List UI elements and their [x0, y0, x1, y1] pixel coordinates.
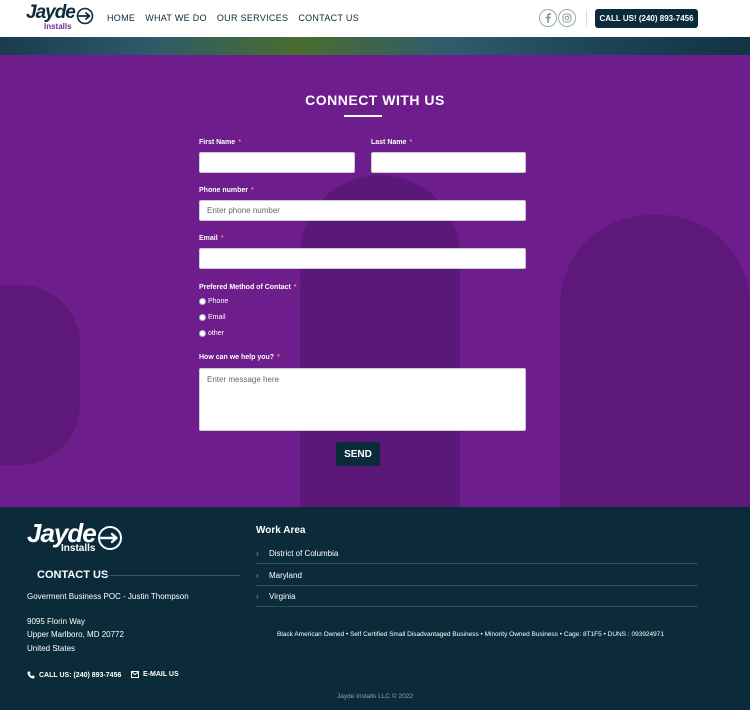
footer-address-line3: United States — [27, 644, 76, 653]
message-field[interactable] — [199, 368, 526, 431]
hero-image-strip — [0, 37, 750, 55]
work-area-item[interactable]: › District of Columbia — [256, 543, 698, 564]
radio-button[interactable] — [199, 314, 206, 321]
work-area-label: District of Columbia — [269, 548, 339, 558]
first-name-field[interactable] — [199, 152, 355, 173]
chevron-right-icon: › — [256, 570, 259, 580]
footer-call-link[interactable]: CALL US: (240) 893-7456 — [27, 671, 121, 679]
footer-address-line1: 9095 Florin Way — [27, 617, 85, 626]
logo-arrow-icon — [98, 526, 122, 550]
chevron-right-icon: › — [256, 548, 259, 558]
call-us-button[interactable]: CALL US! (240) 893-7456 — [595, 9, 698, 28]
chevron-right-icon: › — [256, 591, 259, 601]
background-figure — [300, 175, 460, 507]
radio-label: Email — [208, 314, 226, 321]
nav-what-we-do[interactable]: WHAT WE DO — [145, 13, 207, 23]
envelope-icon — [131, 671, 139, 678]
site-header: Jayde Installs HOME WHAT WE DO OUR SERVI… — [0, 0, 750, 37]
nav-contact-us[interactable]: CONTACT US — [298, 13, 359, 23]
radio-button[interactable] — [199, 330, 206, 337]
title-underline — [344, 115, 382, 117]
work-area-title: Work Area — [256, 525, 306, 536]
radio-button[interactable] — [199, 298, 206, 305]
footer-email-link[interactable]: E-MAIL US — [131, 671, 179, 678]
work-area-label: Virginia — [269, 591, 296, 601]
logo-subtitle: Installs — [44, 22, 72, 31]
logo-subtitle: Installs — [61, 543, 96, 554]
footer-poc: Goverment Business POC - Justin Thompson — [27, 592, 189, 601]
site-logo[interactable]: Jayde Installs — [26, 2, 94, 31]
phone-icon — [27, 671, 35, 679]
email-field[interactable] — [199, 248, 526, 269]
radio-label: Phone — [208, 298, 229, 305]
contact-method-label: Prefered Method of Contact * — [199, 284, 297, 291]
phone-field[interactable] — [199, 200, 526, 221]
radio-email[interactable]: Email — [199, 314, 226, 321]
instagram-icon[interactable] — [558, 9, 576, 27]
work-area-label: Maryland — [269, 570, 302, 580]
certifications: Black American Owned • Self Certified Sm… — [277, 631, 665, 638]
background-figure — [560, 215, 750, 507]
work-area-item[interactable]: › Virginia — [256, 586, 698, 607]
radio-label: other — [208, 330, 224, 337]
last-name-field[interactable] — [371, 152, 526, 173]
facebook-icon[interactable] — [539, 9, 557, 27]
main-nav: HOME WHAT WE DO OUR SERVICES CONTACT US — [107, 13, 359, 23]
last-name-label: Last Name * — [371, 139, 413, 146]
footer-divider — [106, 575, 240, 576]
work-area-item[interactable]: › Maryland — [256, 565, 698, 586]
background-figure — [0, 285, 80, 465]
footer-logo[interactable]: Jayde Installs — [27, 518, 127, 554]
phone-label: Phone number * — [199, 187, 254, 194]
call-link-label: CALL US: (240) 893-7456 — [39, 671, 122, 679]
email-link-label: E-MAIL US — [143, 671, 179, 678]
site-footer: Jayde Installs CONTACT US Goverment Busi… — [0, 507, 750, 710]
first-name-label: First Name * — [199, 139, 241, 146]
copyright: Jayde Installs LLC © 2022 — [337, 693, 413, 700]
footer-contact-title: CONTACT US — [37, 569, 109, 581]
logo-wordmark: Jayde — [26, 2, 76, 23]
radio-phone[interactable]: Phone — [199, 298, 228, 305]
email-label: Email * — [199, 235, 224, 242]
logo-arrow-icon — [76, 7, 94, 25]
footer-address-line2: Upper Marlboro, MD 20772 — [27, 630, 124, 639]
header-divider — [586, 10, 587, 26]
nav-home[interactable]: HOME — [107, 13, 135, 23]
contact-form-section: CONNECT WITH US First Name * Last Name * P… — [0, 55, 750, 507]
send-button[interactable]: SEND — [336, 442, 380, 466]
radio-other[interactable]: other — [199, 330, 224, 337]
form-title: CONNECT WITH US — [305, 92, 445, 108]
nav-our-services[interactable]: OUR SERVICES — [217, 13, 288, 23]
help-label: How can we help you? * — [199, 354, 280, 361]
